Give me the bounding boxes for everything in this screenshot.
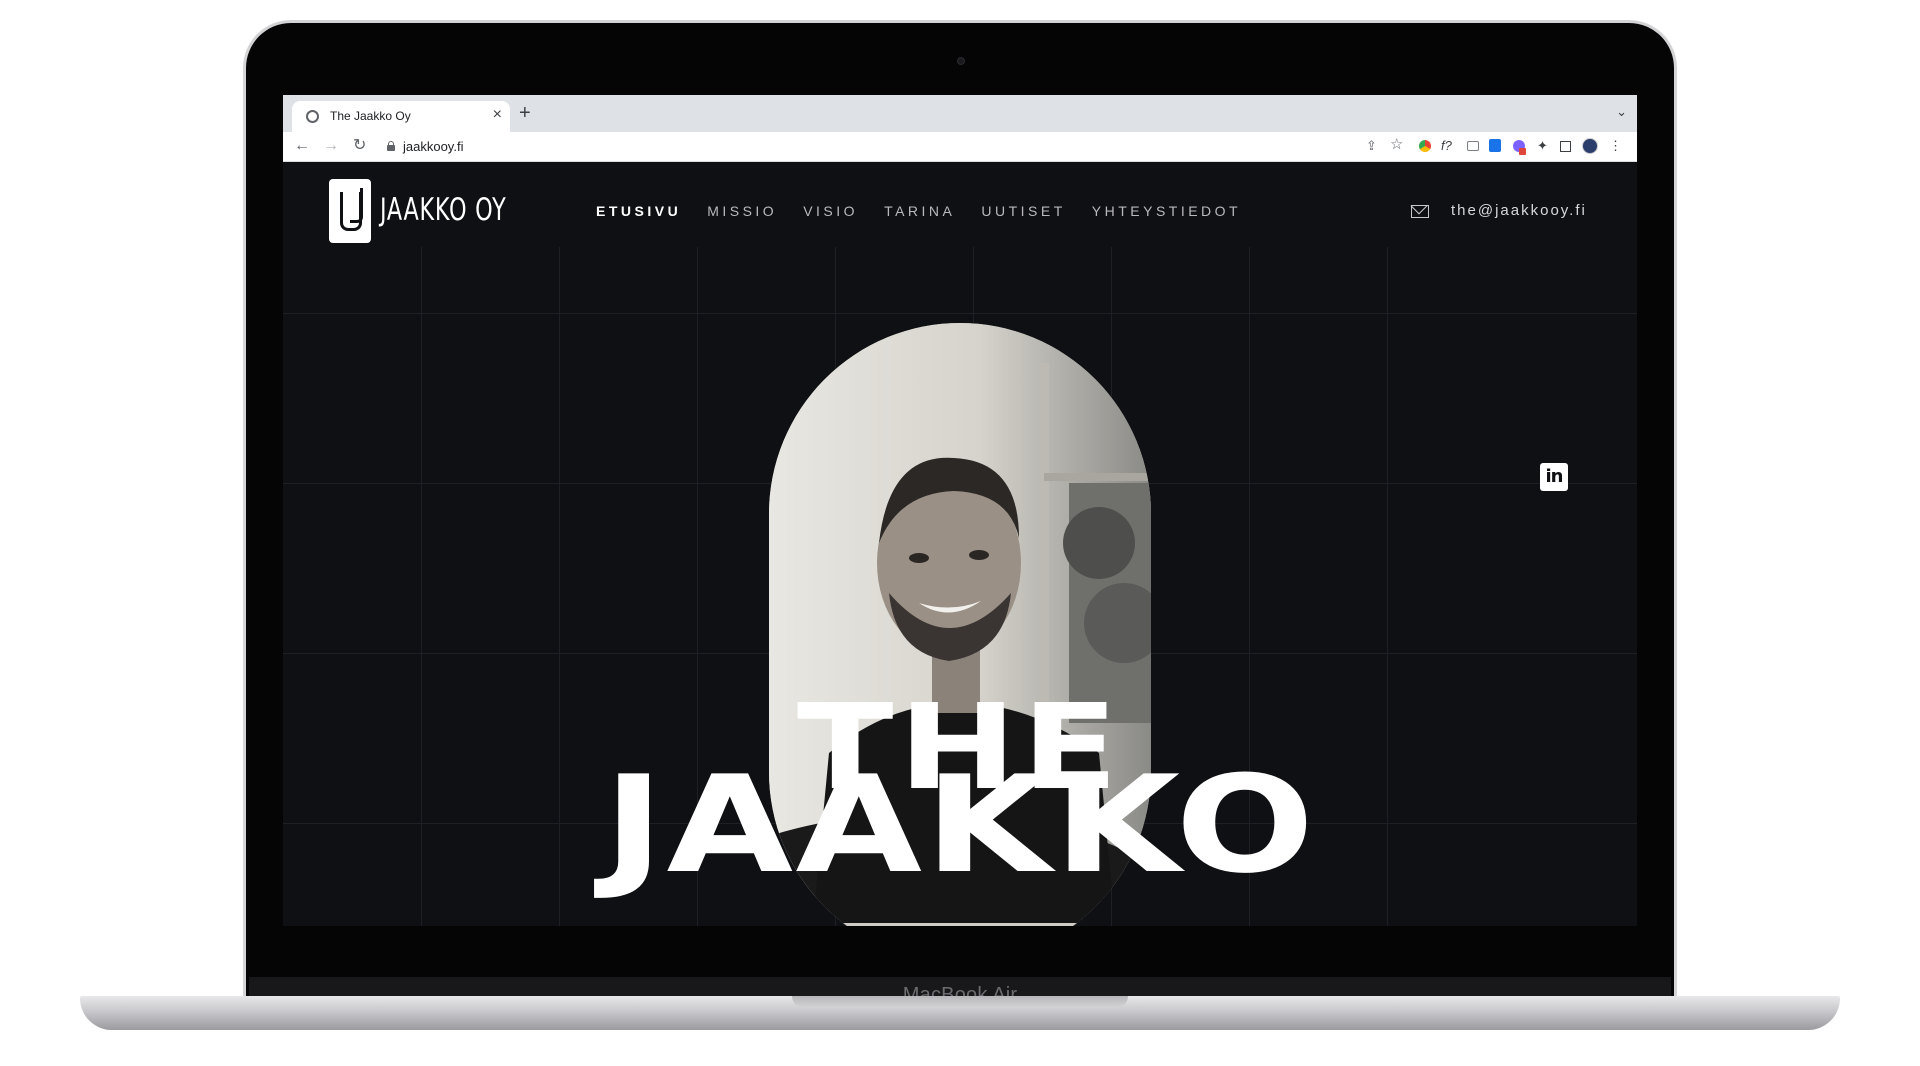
mail-icon[interactable] <box>1411 205 1429 218</box>
nav-item-visio[interactable]: VISIO <box>803 203 858 219</box>
nav-item-yhteystiedot[interactable]: YHTEYSTIEDOT <box>1092 203 1241 219</box>
main-nav: ETUSIVU MISSIO VISIO TARINA UUTISET YHTE… <box>596 203 1267 219</box>
browser-tab[interactable]: The Jaakko Oy × <box>292 101 510 132</box>
nav-item-missio[interactable]: MISSIO <box>707 203 777 219</box>
camera-extension-icon[interactable] <box>1467 141 1479 151</box>
logo-mark-icon[interactable] <box>329 179 371 243</box>
grid-line <box>283 313 1637 314</box>
laptop-notch <box>792 996 1128 1008</box>
share-icon[interactable]: ⇪ <box>1366 138 1377 154</box>
lock-icon <box>387 141 395 151</box>
new-tab-button[interactable]: + <box>519 103 531 123</box>
logo-text[interactable]: JAAKKO OY <box>380 192 507 228</box>
fx-extension-icon[interactable]: f? <box>1441 138 1452 154</box>
nav-item-etusivu[interactable]: ETUSIVU <box>596 203 681 219</box>
laptop-screen: The Jaakko Oy × + ⌄ ← → ↻ jaakkooy.fi ⇪ … <box>283 95 1637 926</box>
back-button[interactable]: ← <box>294 137 310 155</box>
puzzle-icon[interactable]: ✦ <box>1537 138 1548 154</box>
color-extension-icon[interactable] <box>1419 140 1431 152</box>
hero-title-line2: JAAKKO <box>603 747 1317 903</box>
extension-badge <box>1519 148 1526 155</box>
bookmark-star-icon[interactable]: ☆ <box>1390 137 1403 153</box>
address-bar[interactable]: jaakkooy.fi <box>379 136 1449 158</box>
download-extension-icon[interactable] <box>1489 139 1501 152</box>
globe-icon <box>306 110 319 123</box>
nav-item-tarina[interactable]: TARINA <box>884 203 955 219</box>
side-panel-icon[interactable] <box>1560 141 1571 152</box>
url-text: jaakkooy.fi <box>403 139 464 154</box>
forward-button[interactable]: → <box>323 137 339 155</box>
tab-close-button[interactable]: × <box>493 106 502 124</box>
camera-icon <box>957 57 965 65</box>
email-link[interactable]: the@jaakkooy.fi <box>1451 202 1587 219</box>
website: JAAKKO OY ETUSIVU MISSIO VISIO TARINA UU… <box>283 162 1637 926</box>
browser-tab-bar: The Jaakko Oy × + ⌄ <box>283 95 1637 132</box>
screenshot-stage: MacBook Air The Jaakko Oy × + ⌄ ← → ↻ ja… <box>0 0 1920 1066</box>
browser-menu-icon[interactable]: ⋮ <box>1609 138 1622 154</box>
avatar[interactable] <box>1582 138 1598 154</box>
linkedin-icon[interactable]: in <box>1540 463 1568 491</box>
nav-item-uutiset[interactable]: UUTISET <box>981 203 1065 219</box>
tab-search-button[interactable]: ⌄ <box>1616 104 1627 120</box>
reload-button[interactable]: ↻ <box>353 137 366 155</box>
tab-title: The Jaakko Oy <box>330 109 411 123</box>
browser-toolbar: ← → ↻ jaakkooy.fi ⇪ ☆ f? ✦ ⋮ <box>283 132 1637 162</box>
